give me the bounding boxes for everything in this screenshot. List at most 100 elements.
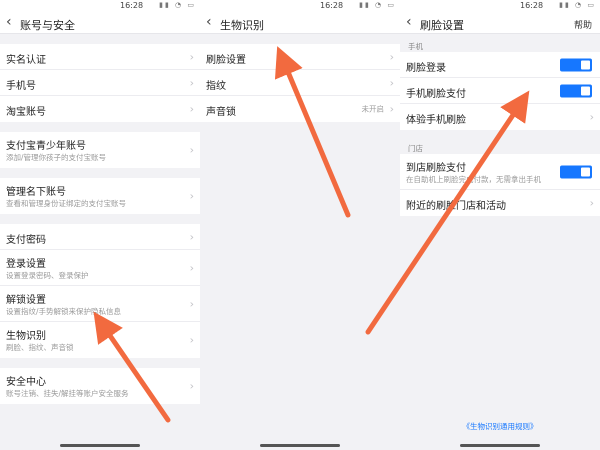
- row-sub: 设置指纹/手势解锁来保护隐私信息: [6, 307, 122, 316]
- row-label: 声音锁: [206, 107, 236, 118]
- row-face-settings[interactable]: 刷脸设置 ›: [200, 44, 400, 70]
- settings-group: 支付密码 › 登录设置 设置登录密码、登录保护 › 解锁设置 设置指纹/手势解锁…: [0, 224, 200, 358]
- row-store-face-pay: 到店刷脸支付 在自助机上刷脸完成付款，无需拿出手机: [400, 154, 600, 190]
- row-face-login: 刷脸登录: [400, 52, 600, 78]
- row-taobao[interactable]: 淘宝账号 ›: [0, 96, 200, 122]
- help-button[interactable]: 帮助: [574, 18, 592, 31]
- chevron-right-icon: ›: [189, 379, 194, 393]
- row-label: 管理名下账号: [6, 187, 66, 198]
- chevron-right-icon: ›: [389, 102, 394, 116]
- row-label: 体验手机刷脸: [406, 115, 466, 126]
- row-label: 生物识别: [6, 331, 46, 342]
- row-label: 手机刷脸支付: [406, 89, 466, 100]
- chevron-right-icon: ›: [589, 110, 594, 124]
- row-phone[interactable]: 手机号 ›: [0, 70, 200, 96]
- nav-bar: ‹ 账号与安全: [0, 12, 200, 34]
- section-title: 手机: [408, 42, 423, 51]
- settings-group: 实名认证 › 手机号 › 淘宝账号 ›: [0, 44, 200, 122]
- row-sub: 设置登录密码、登录保护: [6, 271, 89, 280]
- chevron-right-icon: ›: [189, 230, 194, 243]
- toggle-knob: [581, 86, 590, 95]
- nav-bar: ‹ 刷脸设置 帮助: [400, 12, 600, 34]
- row-sub: 添加/管理你孩子的支付宝账号: [6, 153, 107, 162]
- settings-group: 管理名下账号 查看和管理身份证绑定的支付宝账号 ›: [0, 178, 200, 214]
- row-teen-account[interactable]: 支付宝青少年账号 添加/管理你孩子的支付宝账号 ›: [0, 132, 200, 168]
- back-icon[interactable]: ‹: [406, 14, 412, 30]
- screen-face-settings: 16:28 ▮▮ ◔ ▭ ‹ 刷脸设置 帮助 手机 刷脸登录 手机刷脸支付 体验…: [400, 0, 600, 450]
- row-fingerprint[interactable]: 指纹 ›: [200, 70, 400, 96]
- settings-group: 安全中心 账号注销、挂失/解挂等账户安全服务 ›: [0, 368, 200, 404]
- status-icons: ▮▮ ◔ ▭: [559, 1, 596, 9]
- chevron-right-icon: ›: [189, 333, 194, 347]
- row-sub: 在自助机上刷脸完成付款，无需拿出手机: [406, 175, 541, 184]
- row-login-settings[interactable]: 登录设置 设置登录密码、登录保护 ›: [0, 250, 200, 286]
- row-pay-password[interactable]: 支付密码 ›: [0, 224, 200, 250]
- chevron-right-icon: ›: [189, 261, 194, 274]
- status-time: 16:28: [520, 1, 544, 10]
- row-real-name[interactable]: 实名认证 ›: [0, 44, 200, 70]
- settings-group: 刷脸登录 手机刷脸支付 体验手机刷脸 ›: [400, 52, 600, 130]
- row-label: 实名认证: [6, 55, 46, 66]
- section-header: 手机: [400, 34, 600, 52]
- row-security-center[interactable]: 安全中心 账号注销、挂失/解挂等账户安全服务 ›: [0, 368, 200, 404]
- row-try-face[interactable]: 体验手机刷脸 ›: [400, 104, 600, 130]
- row-sub: 查看和管理身份证绑定的支付宝账号: [6, 199, 126, 208]
- row-unlock-settings[interactable]: 解锁设置 设置指纹/手势解锁来保护隐私信息 ›: [0, 286, 200, 322]
- row-phone-face-pay: 手机刷脸支付: [400, 78, 600, 104]
- chevron-right-icon: ›: [189, 143, 194, 157]
- chevron-right-icon: ›: [389, 50, 394, 63]
- row-nearby-stores[interactable]: 附近的刷脸门店和活动 ›: [400, 190, 600, 216]
- row-manage-accounts[interactable]: 管理名下账号 查看和管理身份证绑定的支付宝账号 ›: [0, 178, 200, 214]
- rules-link[interactable]: 《生物识别通用规则》: [400, 421, 600, 432]
- settings-group: 支付宝青少年账号 添加/管理你孩子的支付宝账号 ›: [0, 132, 200, 168]
- row-label: 刷脸设置: [206, 55, 246, 66]
- toggle-knob: [581, 60, 590, 69]
- status-bar: 16:28 ▮▮ ◔ ▭: [400, 0, 600, 12]
- page-title: 账号与安全: [20, 19, 75, 32]
- row-biometrics[interactable]: 生物识别 刷脸、指纹、声音锁 ›: [0, 322, 200, 358]
- page-title: 刷脸设置: [420, 19, 464, 32]
- settings-group: 到店刷脸支付 在自助机上刷脸完成付款，无需拿出手机 附近的刷脸门店和活动 ›: [400, 154, 600, 216]
- row-label: 淘宝账号: [6, 107, 46, 118]
- row-sub: 账号注销、挂失/解挂等账户安全服务: [6, 389, 129, 398]
- row-label: 登录设置: [6, 259, 46, 270]
- row-label: 附近的刷脸门店和活动: [406, 201, 506, 212]
- row-label: 解锁设置: [6, 295, 46, 306]
- section-header: 门店: [400, 136, 600, 154]
- home-indicator[interactable]: [460, 444, 540, 447]
- chevron-right-icon: ›: [189, 189, 194, 203]
- row-label: 支付密码: [6, 235, 46, 246]
- home-indicator[interactable]: [60, 444, 140, 447]
- back-icon[interactable]: ‹: [206, 14, 212, 30]
- nav-bar: ‹ 生物识别: [200, 12, 400, 34]
- row-label: 手机号: [6, 81, 36, 92]
- screen-biometrics: 16:28 ▮▮ ◔ ▭ ‹ 生物识别 刷脸设置 › 指纹 › 声音锁 未开启 …: [200, 0, 400, 450]
- chevron-right-icon: ›: [189, 297, 194, 310]
- chevron-right-icon: ›: [189, 76, 194, 89]
- status-time: 16:28: [320, 1, 344, 10]
- row-label: 支付宝青少年账号: [6, 141, 86, 152]
- row-label: 指纹: [206, 81, 226, 92]
- row-voice-lock[interactable]: 声音锁 未开启 ›: [200, 96, 400, 122]
- phone-face-pay-toggle[interactable]: [560, 84, 592, 97]
- chevron-right-icon: ›: [189, 50, 194, 63]
- row-value: 未开启: [361, 104, 385, 114]
- chevron-right-icon: ›: [389, 76, 394, 89]
- back-icon[interactable]: ‹: [6, 14, 12, 30]
- status-bar: 16:28 ▮▮ ◔ ▭: [0, 0, 200, 12]
- status-icons: ▮▮ ◔ ▭: [159, 1, 196, 9]
- settings-group: 刷脸设置 › 指纹 › 声音锁 未开启 ›: [200, 44, 400, 122]
- screen-account-security: 16:28 ▮▮ ◔ ▭ ‹ 账号与安全 实名认证 › 手机号 › 淘宝账号 ›…: [0, 0, 200, 450]
- status-bar: 16:28 ▮▮ ◔ ▭: [200, 0, 400, 12]
- store-face-pay-toggle[interactable]: [560, 165, 592, 178]
- home-indicator[interactable]: [260, 444, 340, 447]
- page-title: 生物识别: [220, 19, 264, 32]
- section-title: 门店: [408, 144, 423, 153]
- status-time: 16:28: [120, 1, 144, 10]
- row-label: 到店刷脸支付: [406, 163, 466, 174]
- toggle-knob: [581, 167, 590, 176]
- face-login-toggle[interactable]: [560, 58, 592, 71]
- row-label: 刷脸登录: [406, 63, 446, 74]
- status-icons: ▮▮ ◔ ▭: [359, 1, 396, 9]
- chevron-right-icon: ›: [189, 102, 194, 116]
